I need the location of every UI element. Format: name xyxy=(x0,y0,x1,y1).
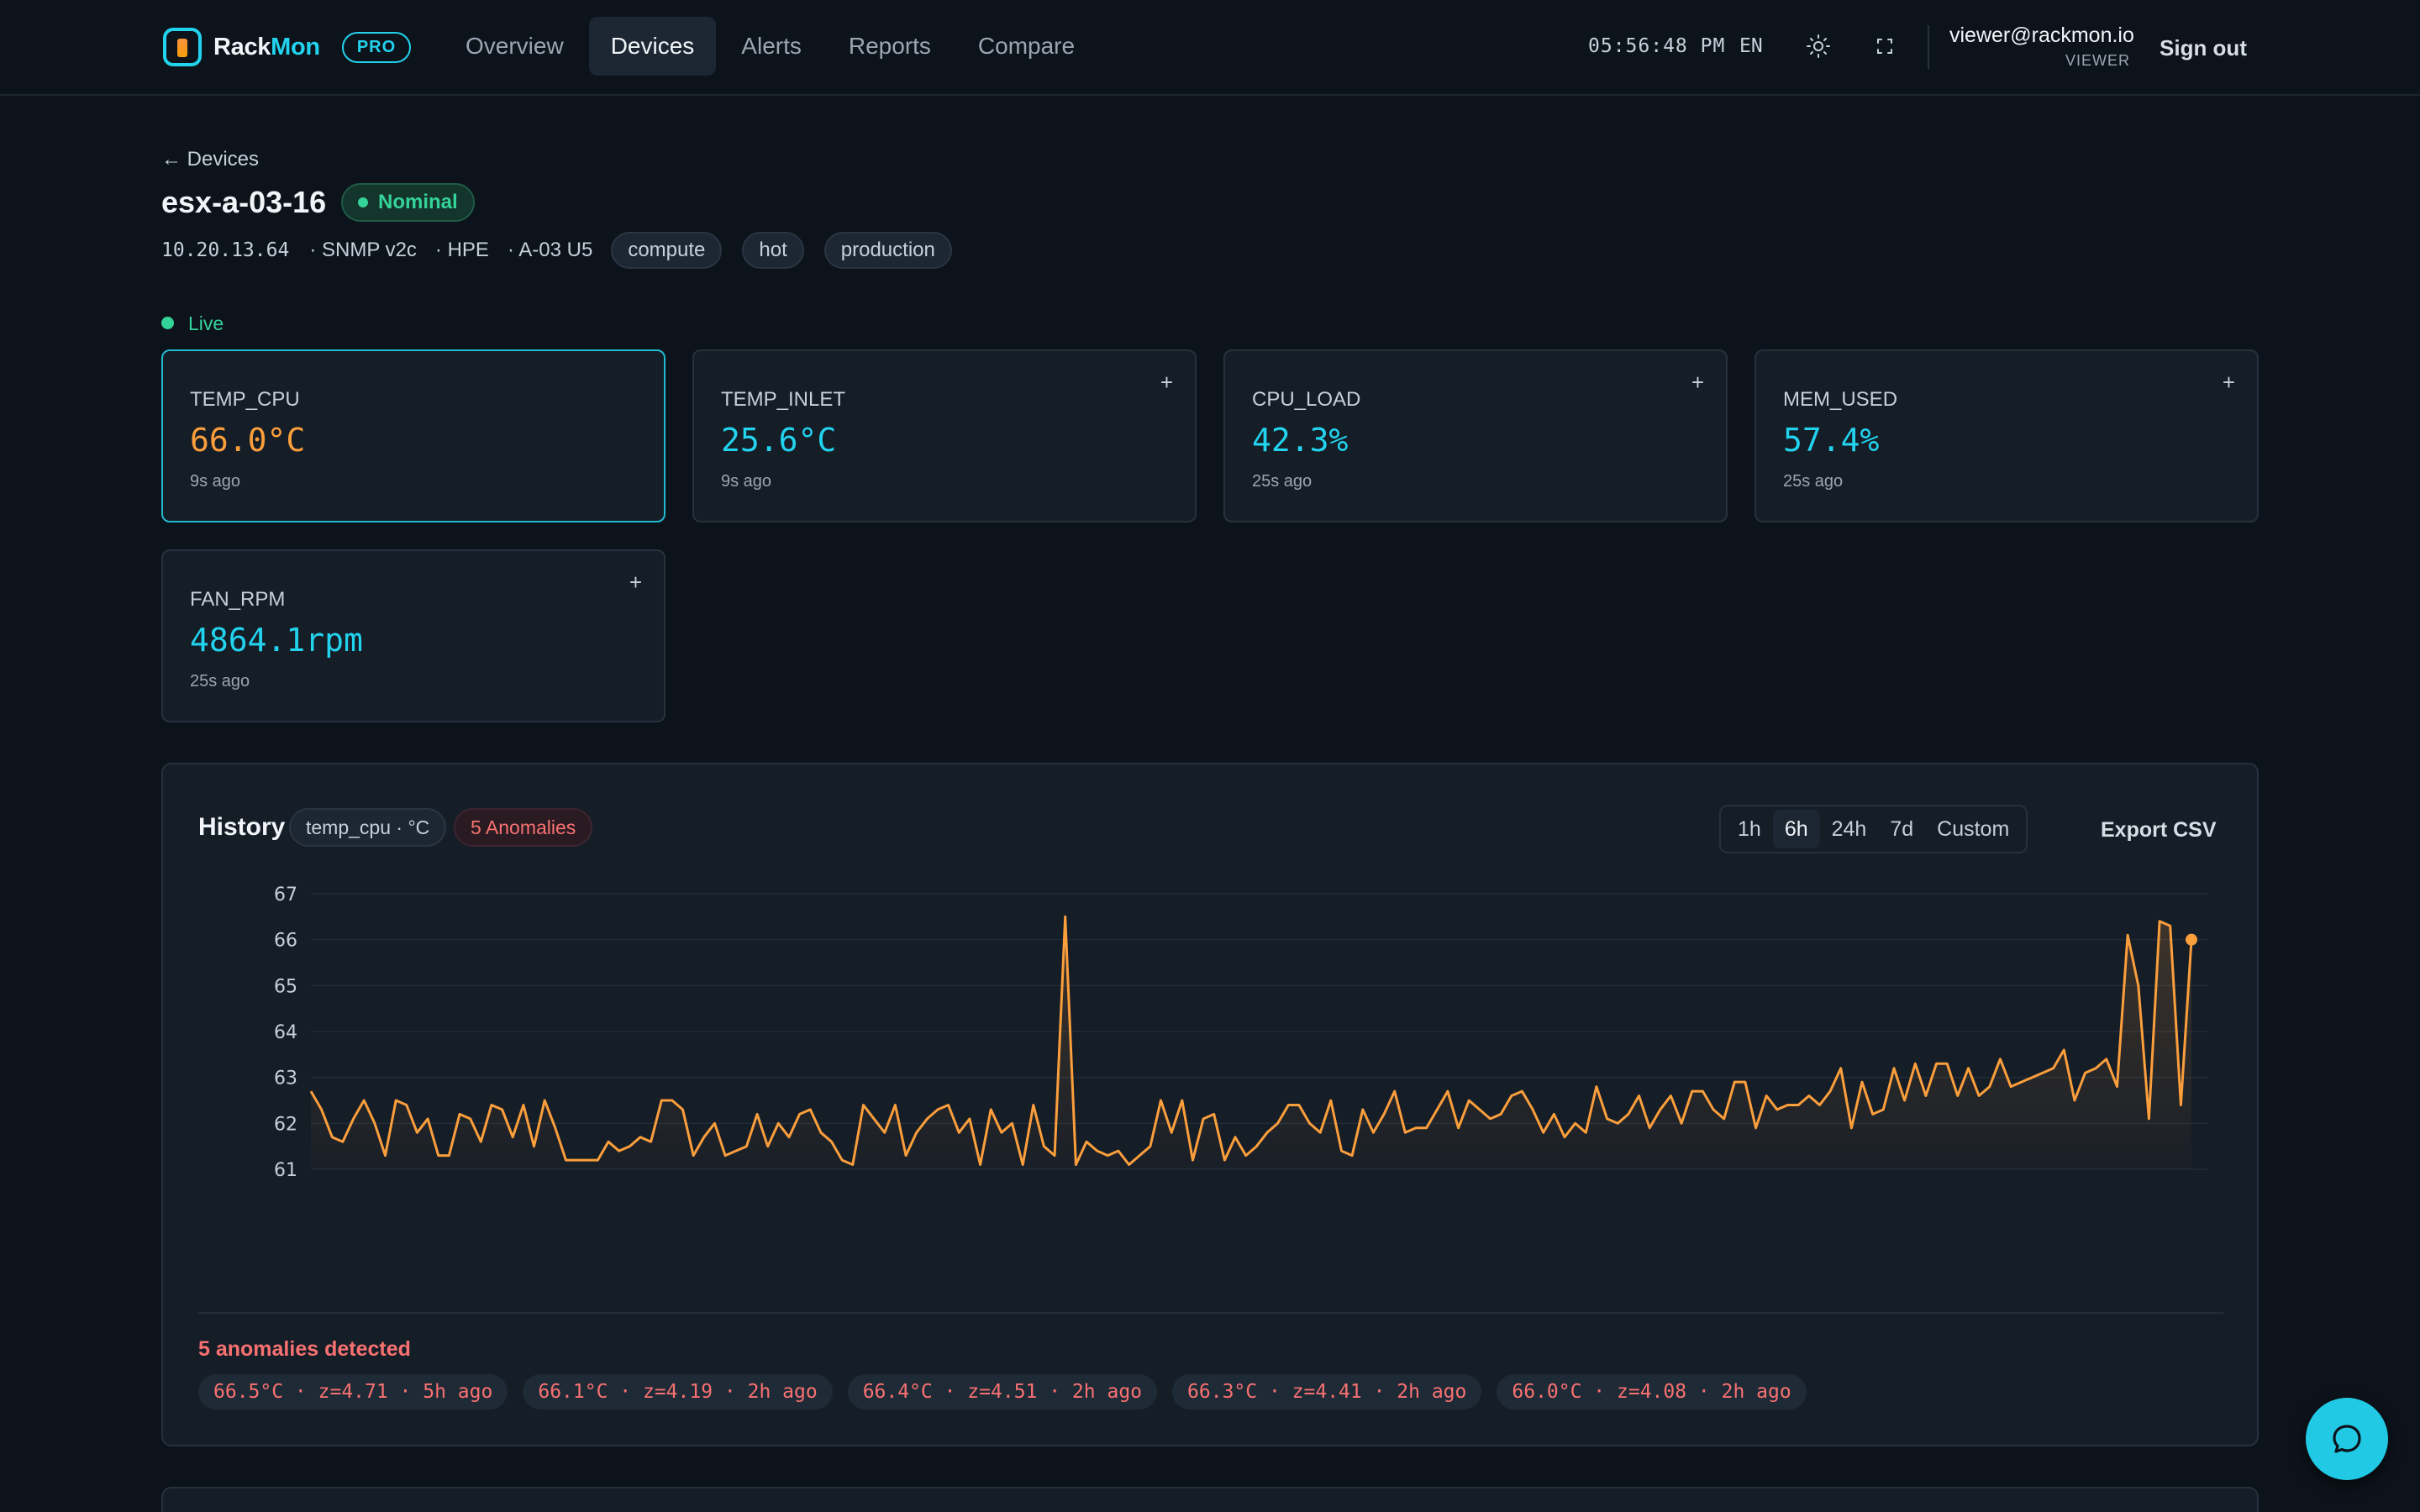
chart-y-tick-label: 66 xyxy=(274,931,297,952)
device-ip: 10.20.13.64 xyxy=(161,239,290,261)
language-toggle[interactable]: EN xyxy=(1739,35,1763,57)
brand-name: RackMon xyxy=(213,34,320,61)
anomaly-item[interactable]: 66.4°C · z=4.51 · 2h ago xyxy=(847,1374,1158,1410)
metric-label: FAN_RPM xyxy=(190,588,286,611)
anomalies-title: 5 anomalies detected xyxy=(198,1337,411,1361)
export-csv-button[interactable]: Export CSV xyxy=(2101,818,2217,843)
add-to-chart-icon[interactable]: + xyxy=(2223,370,2235,396)
next-panel xyxy=(161,1487,2259,1512)
chart-y-tick-label: 61 xyxy=(274,1160,297,1181)
anomaly-item[interactable]: 66.1°C · z=4.19 · 2h ago xyxy=(523,1374,833,1410)
nav-item-devices[interactable]: Devices xyxy=(588,17,717,76)
metric-card-fan-rpm[interactable]: + FAN_RPM 4864.1rpm 25s ago xyxy=(161,549,666,722)
metric-card-temp-cpu[interactable]: TEMP_CPU 66.0°C 9s ago xyxy=(161,349,666,522)
sign-out-button[interactable]: Sign out xyxy=(2160,35,2247,61)
brand-name-part2: Mon xyxy=(271,33,320,60)
metric-card-mem-used[interactable]: + MEM_USED 57.4% 25s ago xyxy=(1754,349,2259,522)
brand[interactable]: RackMon PRO xyxy=(163,25,412,69)
nav-item-overview[interactable]: Overview xyxy=(444,17,586,76)
add-to-chart-icon[interactable]: + xyxy=(629,570,642,596)
anomaly-item[interactable]: 66.0°C · z=4.08 · 2h ago xyxy=(1497,1374,1807,1410)
metric-age: 25s ago xyxy=(1252,472,1313,491)
sun-icon[interactable] xyxy=(1804,32,1833,60)
user-role: VIEWER xyxy=(2065,52,2131,69)
device-vendor: · HPE xyxy=(434,239,489,261)
device-name: esx-a-03-16 xyxy=(161,185,327,219)
clock: 05:56:48 PM xyxy=(1588,35,1726,57)
metric-value: 42.3% xyxy=(1252,422,1349,459)
pro-badge: PRO xyxy=(341,31,412,63)
history-panel: History temp_cpu · °C 5 Anomalies 1h 6h … xyxy=(161,763,2259,1446)
brand-name-part1: Rack xyxy=(213,33,271,60)
chart-area-fill xyxy=(311,916,2191,1169)
range-6h-button[interactable]: 6h xyxy=(1772,810,1820,848)
main-nav: Overview Devices Alerts Reports Compare xyxy=(444,17,1100,76)
back-to-devices-link[interactable]: ← Devices xyxy=(161,148,259,171)
live-label: Live xyxy=(188,312,224,334)
status-badge: Nominal xyxy=(341,183,475,222)
nav-item-compare[interactable]: Compare xyxy=(956,17,1097,76)
anomaly-item[interactable]: 66.5°C · z=4.71 · 5h ago xyxy=(198,1374,508,1410)
rackmon-logo-icon xyxy=(163,28,202,66)
status-dot-icon xyxy=(358,197,368,207)
history-chart[interactable]: 61 62 63 64 65 66 67 xyxy=(163,865,2260,1184)
nav-item-reports[interactable]: Reports xyxy=(827,17,953,76)
metric-label: TEMP_INLET xyxy=(721,388,846,411)
device-meta: 10.20.13.64 · SNMP v2c · HPE · A-03 U5 c… xyxy=(161,230,972,270)
tag-compute[interactable]: compute xyxy=(611,232,723,269)
time-range-selector: 1h 6h 24h 7d Custom xyxy=(1719,805,2028,853)
chart-y-tick-label: 62 xyxy=(274,1114,297,1135)
metric-age: 25s ago xyxy=(1783,472,1844,491)
metric-label: CPU_LOAD xyxy=(1252,388,1361,411)
metric-value: 66.0°C xyxy=(190,422,306,459)
panel-divider xyxy=(198,1312,2223,1314)
chat-bubble-icon xyxy=(2333,1425,2361,1453)
live-dot-icon xyxy=(161,317,174,329)
metric-age: 25s ago xyxy=(190,672,250,690)
chart-y-tick-label: 65 xyxy=(274,976,297,997)
anomaly-item[interactable]: 66.3°C · z=4.41 · 2h ago xyxy=(1172,1374,1482,1410)
device-location: · A-03 U5 xyxy=(507,239,593,261)
metric-value: 57.4% xyxy=(1783,422,1880,459)
tag-hot[interactable]: hot xyxy=(742,232,804,269)
metric-chip: temp_cpu · °C xyxy=(289,808,447,847)
user-email[interactable]: viewer@rackmon.io xyxy=(1949,24,2134,48)
add-to-chart-icon[interactable]: + xyxy=(1160,370,1173,396)
top-navigation-bar: RackMon PRO Overview Devices Alerts Repo… xyxy=(0,0,2420,96)
metric-value: 4864.1rpm xyxy=(190,622,363,659)
range-24h-button[interactable]: 24h xyxy=(1820,810,1879,848)
fullscreen-icon[interactable] xyxy=(1870,32,1899,60)
metric-card-cpu-load[interactable]: + CPU_LOAD 42.3% 25s ago xyxy=(1223,349,1728,522)
metric-label: MEM_USED xyxy=(1783,388,1898,411)
chart-latest-point xyxy=(2186,933,2197,946)
anomaly-count-chip[interactable]: 5 Anomalies xyxy=(454,808,593,847)
chart-y-tick-label: 63 xyxy=(274,1068,297,1089)
chat-button[interactable] xyxy=(2306,1398,2388,1480)
metric-age: 9s ago xyxy=(721,472,772,491)
anomaly-list: 66.5°C · z=4.71 · 5h ago 66.1°C · z=4.19… xyxy=(198,1374,1822,1410)
metric-label: TEMP_CPU xyxy=(190,388,300,411)
live-indicator: Live xyxy=(161,312,224,335)
nav-item-alerts[interactable]: Alerts xyxy=(719,17,823,76)
chart-y-tick-label: 67 xyxy=(274,885,297,906)
metric-card-temp-inlet[interactable]: + TEMP_INLET 25.6°C 9s ago xyxy=(692,349,1197,522)
topbar-divider xyxy=(1928,25,1929,69)
range-custom-button[interactable]: Custom xyxy=(1925,810,2021,848)
tag-production[interactable]: production xyxy=(823,232,952,269)
history-title: History xyxy=(198,813,286,841)
metric-value: 25.6°C xyxy=(721,422,837,459)
range-7d-button[interactable]: 7d xyxy=(1878,810,1925,848)
add-to-chart-icon[interactable]: + xyxy=(1691,370,1704,396)
status-label: Nominal xyxy=(378,191,458,213)
device-protocol: · SNMP v2c xyxy=(309,239,417,261)
metric-age: 9s ago xyxy=(190,472,241,491)
range-1h-button[interactable]: 1h xyxy=(1726,810,1773,848)
chart-y-tick-label: 64 xyxy=(274,1022,297,1043)
